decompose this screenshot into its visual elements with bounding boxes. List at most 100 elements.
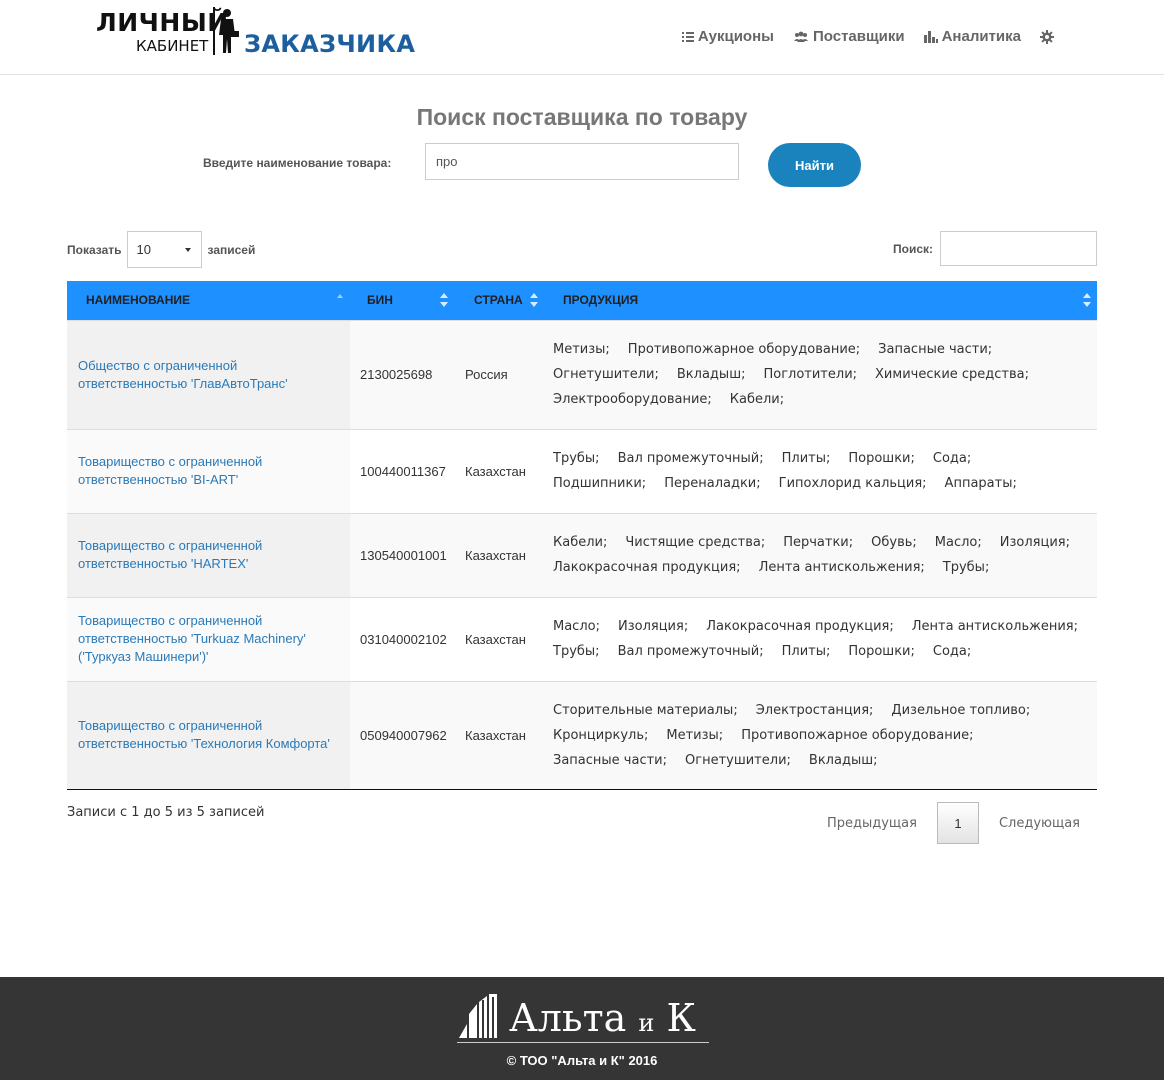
logo[interactable]: ЛИЧНЫЙ КАБИНЕТ ЗАКАЗЧИКА <box>96 6 415 62</box>
previous-page-button[interactable]: Предыдущая <box>827 816 917 831</box>
col-bin-label: БИН <box>367 293 393 308</box>
sort-icon <box>530 293 538 307</box>
supplier-name-line: Товарищество с ограниченной <box>78 718 263 733</box>
supplier-name-line: Товарищество с ограниченной <box>78 454 263 469</box>
name-cell: Товарищество с ограниченной ответственно… <box>67 512 350 597</box>
table-info: Записи с 1 до 5 из 5 записей <box>67 805 265 820</box>
nav-auctions[interactable]: Аукционы <box>681 28 774 45</box>
products-line: Электрооборудование; Кабели; <box>553 387 1097 412</box>
product-tag: Кронциркуль; <box>553 727 649 743</box>
country-cell: Казахстан <box>456 680 545 790</box>
product-tag: Огнетушители; <box>553 367 659 382</box>
logo-line1: ЛИЧНЫЙ <box>96 8 229 37</box>
product-search-input[interactable] <box>425 143 739 180</box>
table-row: Общество с ограниченной ответственностью… <box>67 319 1097 429</box>
supplier-name-line: Товарищество с ограниченной <box>78 613 263 628</box>
product-tag: Гипохлорид кальция; <box>778 476 927 491</box>
nav-analytics[interactable]: Аналитика <box>923 28 1021 45</box>
product-tag: Лента антискольжения; <box>758 560 925 575</box>
page-length-select[interactable]: 10 <box>126 231 202 268</box>
sort-asc-icon <box>337 294 343 298</box>
product-tag: Плиты; <box>781 451 831 466</box>
col-products-header[interactable]: ПРОДУКЦИЯ <box>545 281 1097 320</box>
product-tag: Огнетушители; <box>685 752 791 768</box>
product-tag: Вал промежуточный; <box>617 644 764 659</box>
product-tag: Перчатки; <box>783 535 854 550</box>
products-line: Лакокрасочная продукция; Лента антискольж… <box>553 555 1097 580</box>
product-tag: Лакокрасочная продукция; <box>553 560 741 575</box>
products-cell: Кабели; Чистящие средства; Перчатки; Обувь;… <box>545 512 1097 597</box>
search-label: Введите наименование товара: <box>203 156 392 170</box>
brand-conj: и <box>638 1009 655 1037</box>
page-length-control: Показать 10 записей <box>67 231 255 268</box>
find-button[interactable]: Найти <box>768 143 861 187</box>
supplier-link[interactable]: Товарищество с ограниченной ответственно… <box>78 717 340 753</box>
supplier-link[interactable]: Товарищество с ограниченной ответственно… <box>78 612 340 666</box>
sort-icon <box>440 293 448 307</box>
col-name-header[interactable]: НАИМЕНОВАНИЕ <box>67 281 350 320</box>
suppliers-table: НАИМЕНОВАНИЕ БИН СТРАНА ПРОДУКЦИЯ Общест… <box>67 281 1097 790</box>
product-tag: Электрооборудование; <box>553 392 712 407</box>
product-tag: Масло; <box>553 619 600 634</box>
product-tag: Запасные части; <box>553 752 668 768</box>
products-line: Трубы; Вал промежуточный; Плиты; Порошки; Со… <box>553 639 1097 664</box>
supplier-name-line: ответственностью 'Технология Комфорта' <box>78 736 330 751</box>
products-line: Подшипники; Переналадки; Гипохлорид кальци… <box>553 471 1097 496</box>
show-label: Показать <box>67 242 122 257</box>
products-line: Запасные части; Огнетушители; Вкладыш; <box>553 748 1097 773</box>
table-header-row: НАИМЕНОВАНИЕ БИН СТРАНА ПРОДУКЦИЯ <box>67 281 1097 320</box>
product-tag: Поглотители; <box>763 367 858 382</box>
supplier-name-line: ответственностью 'HARTEX' <box>78 556 249 571</box>
supplier-name-line: ('Туркуаз Машинери')' <box>78 649 209 664</box>
product-tag: Сторительные материалы; <box>553 702 738 718</box>
product-tag: Кабели; <box>553 535 608 550</box>
product-tag: Порошки; <box>848 451 915 466</box>
bin-cell: 130540001001 <box>350 512 456 597</box>
gear-icon <box>1040 29 1054 44</box>
building-icon <box>459 994 497 1038</box>
product-tag: Плиты; <box>781 644 831 659</box>
products-line: Трубы; Вал промежуточный; Плиты; Порошки; Со… <box>553 446 1097 471</box>
country-cell: Россия <box>456 319 545 429</box>
name-cell: Общество с ограниченной ответственностью… <box>67 319 350 429</box>
bin-cell: 100440011367 <box>350 428 456 513</box>
product-tag: Чистящие средства; <box>625 535 766 550</box>
country-cell: Казахстан <box>456 428 545 513</box>
brand-letter: К <box>666 996 696 1040</box>
bar-chart-icon <box>923 30 938 43</box>
products-line: Метизы; Противопожарное оборудование; Запа… <box>553 337 1097 362</box>
nav-analytics-label: Аналитика <box>941 28 1021 45</box>
supplier-link[interactable]: Товарищество с ограниченной ответственно… <box>78 537 340 573</box>
product-tag: Обувь; <box>871 535 917 550</box>
product-tag: Лакокрасочная продукция; <box>706 619 894 634</box>
supplier-link[interactable]: Общество с ограниченной ответственностью… <box>78 357 340 393</box>
supplier-name-line: Товарищество с ограниченной <box>78 538 263 553</box>
footer: Альта и К © ТОО "Альта и К" 2016 <box>0 977 1164 1080</box>
table-row: Товарищество с ограниченной ответственно… <box>67 428 1097 513</box>
page-title: Поиск поставщика по товару <box>416 104 748 130</box>
products-line: Сторительные материалы; Электростанция; Ди… <box>553 698 1097 723</box>
bin-cell: 031040002102 <box>350 596 456 681</box>
products-line: Кабели; Чистящие средства; Перчатки; Обувь;… <box>553 530 1097 555</box>
supplier-link[interactable]: Товарищество с ограниченной ответственно… <box>78 453 340 489</box>
table-filter-input[interactable] <box>940 231 1097 266</box>
products-line: Кронциркуль; Метизы; Противопожарное обору… <box>553 723 1097 748</box>
footer-logo-underline <box>457 1042 709 1043</box>
product-tag: Запасные части; <box>878 342 993 357</box>
page-1-button[interactable]: 1 <box>936 802 979 844</box>
bin-cell: 2130025698 <box>350 319 456 429</box>
product-tag: Аппараты; <box>944 476 1017 491</box>
col-products-label: ПРОДУКЦИЯ <box>563 293 639 308</box>
settings-button[interactable] <box>1040 29 1054 44</box>
country-cell: Казахстан <box>456 596 545 681</box>
nav-suppliers-label: Поставщики <box>812 28 905 45</box>
nav-suppliers[interactable]: Поставщики <box>793 28 905 45</box>
col-bin-header[interactable]: БИН <box>350 281 456 320</box>
product-tag: Химические средства; <box>875 367 1030 382</box>
product-tag: Лента антискольжения; <box>911 619 1078 634</box>
footer-brand: Альта и К <box>509 996 696 1040</box>
col-country-header[interactable]: СТРАНА <box>456 281 545 320</box>
table-row: Товарищество с ограниченной ответственно… <box>67 512 1097 597</box>
next-page-button[interactable]: Следующая <box>999 816 1080 831</box>
supplier-name-line: ответственностью 'ГлавАвтоТранс' <box>78 375 288 391</box>
